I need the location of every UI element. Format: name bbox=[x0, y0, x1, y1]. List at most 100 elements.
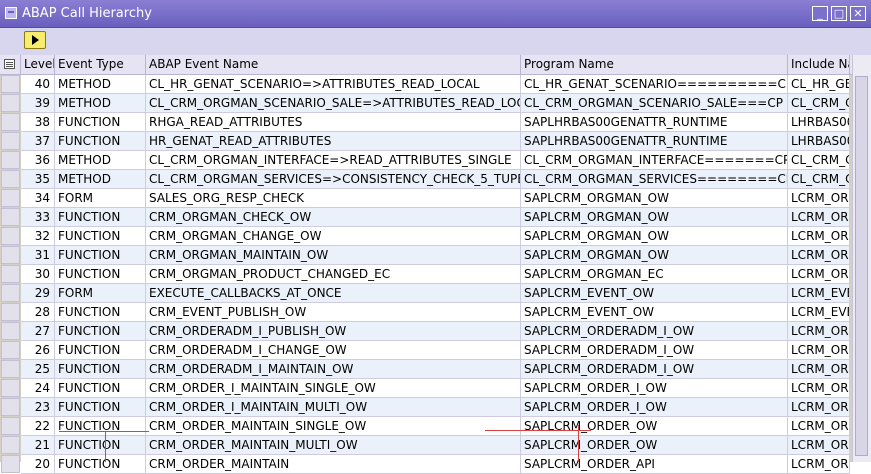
program-name-cell[interactable]: SAPLCRM_ORDERADM_I_OW bbox=[521, 341, 788, 360]
program-name-cell[interactable]: SAPLCRM_ORDER_OW bbox=[521, 417, 788, 436]
include-name-cell[interactable]: LCRM_ORD bbox=[788, 455, 850, 474]
program-name-cell[interactable]: SAPLCRM_ORDERADM_I_OW bbox=[521, 360, 788, 379]
program-name-cell[interactable]: SAPLCRM_ORGMAN_OW bbox=[521, 189, 788, 208]
include-name-cell[interactable]: LCRM_ORD bbox=[788, 341, 850, 360]
include-name-cell[interactable]: LCRM_ORG bbox=[788, 189, 850, 208]
event-type-cell[interactable]: FUNCTION bbox=[55, 417, 146, 436]
event-name-cell[interactable]: CRM_ORGMAN_CHANGE_OW bbox=[146, 227, 521, 246]
event-name-cell[interactable]: CRM_ORDER_MAINTAIN_SINGLE_OW bbox=[146, 417, 521, 436]
program-name-cell[interactable]: CL_CRM_ORGMAN_SCENARIO_SALE===CP bbox=[521, 94, 788, 113]
event-type-cell[interactable]: FUNCTION bbox=[55, 436, 146, 455]
event-type-cell[interactable]: FUNCTION bbox=[55, 322, 146, 341]
event-name-cell[interactable]: CRM_ORDER_I_MAINTAIN_SINGLE_OW bbox=[146, 379, 521, 398]
table-row[interactable]: 25 FUNCTION CRM_ORDERADM_I_MAINTAIN_OW SAPL… bbox=[0, 360, 850, 379]
event-name-cell[interactable]: CL_CRM_ORGMAN_SCENARIO_SALE=>ATTRIBUTES_… bbox=[146, 94, 521, 113]
event-type-cell[interactable]: FUNCTION bbox=[55, 398, 146, 417]
event-type-cell[interactable]: FUNCTION bbox=[55, 246, 146, 265]
row-selector[interactable] bbox=[1, 227, 20, 245]
table-row[interactable]: 20 FUNCTION CRM_ORDER_MAINTAIN SAPLCRM_ORDE… bbox=[0, 455, 850, 474]
col-header-include-name[interactable]: Include Na bbox=[788, 55, 850, 74]
col-header-event-name[interactable]: ABAP Event Name bbox=[146, 55, 521, 74]
event-type-cell[interactable]: FUNCTION bbox=[55, 265, 146, 284]
level-cell[interactable]: 28 bbox=[21, 303, 55, 322]
program-name-cell[interactable]: SAPLCRM_ORDER_API bbox=[521, 455, 788, 474]
include-name-cell[interactable]: LCRM_ORD bbox=[788, 417, 850, 436]
event-name-cell[interactable]: CRM_ORGMAN_PRODUCT_CHANGED_EC bbox=[146, 265, 521, 284]
table-row[interactable]: 33 FUNCTION CRM_ORGMAN_CHECK_OW SAPLCRM_ORG… bbox=[0, 208, 850, 227]
event-name-cell[interactable]: CRM_ORGMAN_CHECK_OW bbox=[146, 208, 521, 227]
row-selector[interactable] bbox=[1, 322, 20, 340]
include-name-cell[interactable]: LCRM_ORD bbox=[788, 379, 850, 398]
scrollbar-thumb[interactable] bbox=[855, 76, 868, 456]
event-name-cell[interactable]: RHGA_READ_ATTRIBUTES bbox=[146, 113, 521, 132]
event-type-cell[interactable]: METHOD bbox=[55, 151, 146, 170]
event-name-cell[interactable]: CRM_ORDER_MAINTAIN_MULTI_OW bbox=[146, 436, 521, 455]
program-name-cell[interactable]: SAPLCRM_ORDER_I_OW bbox=[521, 398, 788, 417]
include-name-cell[interactable]: LHRBAS00 bbox=[788, 132, 850, 151]
level-cell[interactable]: 38 bbox=[21, 113, 55, 132]
level-cell[interactable]: 21 bbox=[21, 436, 55, 455]
row-selector[interactable] bbox=[1, 94, 20, 112]
level-cell[interactable]: 34 bbox=[21, 189, 55, 208]
row-selector[interactable] bbox=[1, 379, 20, 397]
table-row[interactable]: 28 FUNCTION CRM_EVENT_PUBLISH_OW SAPLCRM_EV… bbox=[0, 303, 850, 322]
level-cell[interactable]: 27 bbox=[21, 322, 55, 341]
row-selector[interactable] bbox=[1, 284, 20, 302]
level-cell[interactable]: 30 bbox=[21, 265, 55, 284]
program-name-cell[interactable]: SAPLHRBAS00GENATTR_RUNTIME bbox=[521, 113, 788, 132]
program-name-cell[interactable]: SAPLCRM_ORGMAN_OW bbox=[521, 208, 788, 227]
table-row[interactable]: 35 METHOD CL_CRM_ORGMAN_SERVICES=>CONSISTE… bbox=[0, 170, 850, 189]
level-cell[interactable]: 37 bbox=[21, 132, 55, 151]
event-type-cell[interactable]: METHOD bbox=[55, 94, 146, 113]
table-row[interactable]: 40 METHOD CL_HR_GENAT_SCENARIO=>ATTRIBUTES… bbox=[0, 75, 850, 94]
event-type-cell[interactable]: FUNCTION bbox=[55, 132, 146, 151]
level-cell[interactable]: 23 bbox=[21, 398, 55, 417]
program-name-cell[interactable]: SAPLCRM_EVENT_OW bbox=[521, 284, 788, 303]
level-cell[interactable]: 40 bbox=[21, 75, 55, 94]
event-name-cell[interactable]: CRM_ORDER_I_MAINTAIN_MULTI_OW bbox=[146, 398, 521, 417]
event-type-cell[interactable]: FUNCTION bbox=[55, 360, 146, 379]
include-name-cell[interactable]: LCRM_EVE bbox=[788, 284, 850, 303]
event-name-cell[interactable]: CL_HR_GENAT_SCENARIO=>ATTRIBUTES_READ_LO… bbox=[146, 75, 521, 94]
row-selector[interactable] bbox=[1, 151, 20, 169]
level-cell[interactable]: 24 bbox=[21, 379, 55, 398]
include-name-cell[interactable]: CL_HR_GE bbox=[788, 75, 850, 94]
level-cell[interactable]: 35 bbox=[21, 170, 55, 189]
event-type-cell[interactable]: FUNCTION bbox=[55, 227, 146, 246]
table-row[interactable]: 26 FUNCTION CRM_ORDERADM_I_CHANGE_OW SAPLCR… bbox=[0, 341, 850, 360]
include-name-cell[interactable]: LCRM_ORD bbox=[788, 360, 850, 379]
event-type-cell[interactable]: METHOD bbox=[55, 170, 146, 189]
include-name-cell[interactable]: LCRM_EVE bbox=[788, 303, 850, 322]
level-cell[interactable]: 36 bbox=[21, 151, 55, 170]
program-name-cell[interactable]: SAPLCRM_EVENT_OW bbox=[521, 303, 788, 322]
execute-button[interactable] bbox=[24, 31, 46, 49]
event-type-cell[interactable]: FORM bbox=[55, 284, 146, 303]
include-name-cell[interactable]: LCRM_ORD bbox=[788, 398, 850, 417]
event-type-cell[interactable]: METHOD bbox=[55, 75, 146, 94]
event-type-cell[interactable]: FORM bbox=[55, 189, 146, 208]
table-row[interactable]: 27 FUNCTION CRM_ORDERADM_I_PUBLISH_OW SAPLC… bbox=[0, 322, 850, 341]
program-name-cell[interactable]: CL_CRM_ORGMAN_SERVICES========CP bbox=[521, 170, 788, 189]
include-name-cell[interactable]: CL_CRM_C bbox=[788, 151, 850, 170]
row-selector[interactable] bbox=[1, 265, 20, 283]
event-name-cell[interactable]: CRM_ORDER_MAINTAIN bbox=[146, 455, 521, 474]
program-name-cell[interactable]: CL_CRM_ORGMAN_INTERFACE=======CP bbox=[521, 151, 788, 170]
layout-menu-button[interactable] bbox=[0, 55, 21, 74]
event-type-cell[interactable]: FUNCTION bbox=[55, 341, 146, 360]
include-name-cell[interactable]: LCRM_ORD bbox=[788, 322, 850, 341]
event-name-cell[interactable]: HR_GENAT_READ_ATTRIBUTES bbox=[146, 132, 521, 151]
col-header-event-type[interactable]: Event Type bbox=[55, 55, 146, 74]
event-name-cell[interactable]: CRM_ORGMAN_MAINTAIN_OW bbox=[146, 246, 521, 265]
event-type-cell[interactable]: FUNCTION bbox=[55, 113, 146, 132]
row-selector[interactable] bbox=[1, 455, 20, 473]
row-selector[interactable] bbox=[1, 417, 20, 435]
program-name-cell[interactable]: SAPLHRBAS00GENATTR_RUNTIME bbox=[521, 132, 788, 151]
row-selector[interactable] bbox=[1, 341, 20, 359]
table-row[interactable]: 32 FUNCTION CRM_ORGMAN_CHANGE_OW SAPLCRM_OR… bbox=[0, 227, 850, 246]
include-name-cell[interactable]: LCRM_ORG bbox=[788, 265, 850, 284]
level-cell[interactable]: 29 bbox=[21, 284, 55, 303]
col-header-level[interactable]: Level bbox=[21, 55, 55, 74]
include-name-cell[interactable]: LCRM_ORG bbox=[788, 246, 850, 265]
event-name-cell[interactable]: CL_CRM_ORGMAN_INTERFACE=>READ_ATTRIBUTES… bbox=[146, 151, 521, 170]
event-type-cell[interactable]: FUNCTION bbox=[55, 208, 146, 227]
